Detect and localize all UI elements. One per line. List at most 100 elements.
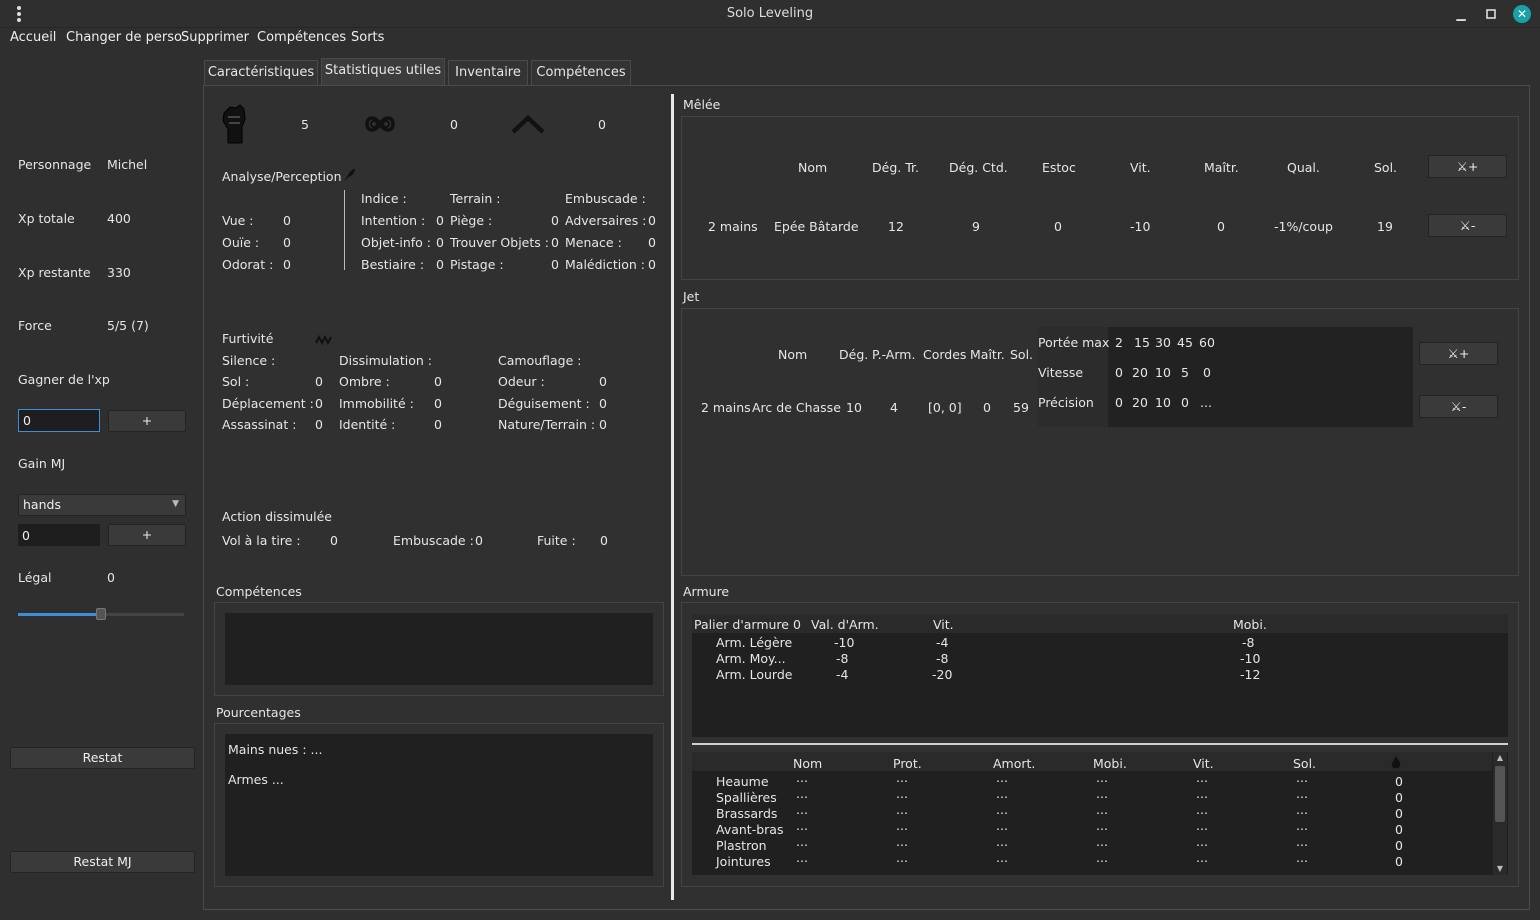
- indice-header: Indice :: [361, 191, 407, 206]
- jet-sol: 59: [1013, 400, 1029, 415]
- vue-label: Vue :: [222, 213, 254, 228]
- xp-restante-value: 330: [107, 265, 131, 280]
- silence-header: Silence :: [222, 353, 276, 368]
- chevron-down-icon: ▼: [172, 499, 179, 509]
- jet-header-nom: Nom: [778, 347, 808, 362]
- vol-tire-label: Vol à la tire :: [222, 533, 301, 548]
- melee-add-button[interactable]: ⚔+: [1428, 155, 1507, 178]
- table-row[interactable]: Spallières.................. 0: [692, 786, 1492, 806]
- jet-add-label: +: [1458, 346, 1470, 361]
- pistage-label: Pistage :: [450, 257, 504, 272]
- piece-cell: ...: [1096, 774, 1108, 785]
- vitesse-v1: 20: [1132, 365, 1148, 380]
- restat-button[interactable]: Restat: [10, 747, 195, 769]
- tab-inventaire[interactable]: Inventaire: [448, 60, 528, 86]
- piece-cell: ...: [996, 818, 1008, 833]
- gain-mj-input[interactable]: [18, 524, 100, 546]
- tab-statistiques-utiles[interactable]: Statistiques utiles: [321, 58, 445, 86]
- menu-competences[interactable]: Compétences: [257, 30, 346, 45]
- tab-caracteristiques[interactable]: Caractéristiques: [204, 60, 318, 86]
- menu-changer-perso[interactable]: Changer de perso: [66, 30, 182, 45]
- vitesse-v0: 0: [1115, 365, 1123, 380]
- personnage-value: Michel: [107, 157, 148, 172]
- menu-supprimer[interactable]: Supprimer: [181, 30, 249, 45]
- table-row[interactable]: Jointures.................. 0: [692, 850, 1492, 870]
- portee-v2: 30: [1155, 335, 1171, 350]
- embuscade-action-label: Embuscade :: [393, 533, 474, 548]
- minimize-icon[interactable]: ▁: [1453, 6, 1469, 22]
- jet-header-cordes: Cordes: [923, 347, 967, 362]
- jet-remove-button[interactable]: ⚔-: [1419, 395, 1498, 418]
- slider-handle[interactable]: [96, 608, 106, 620]
- armes-line: Armes ...: [228, 772, 284, 787]
- menu-accueil[interactable]: Accueil: [10, 30, 56, 45]
- piece-cell: ...: [1196, 802, 1208, 817]
- table-row[interactable]: Brassards.................. 0: [692, 802, 1492, 822]
- jet-add-button[interactable]: ⚔+: [1419, 342, 1498, 365]
- maximize-icon[interactable]: [1483, 6, 1499, 22]
- piece-cell: ...: [796, 834, 808, 849]
- force-label: Force: [18, 318, 52, 333]
- piece-flame-value: 0: [1395, 774, 1403, 789]
- scroll-down-icon[interactable]: ▼: [1493, 863, 1507, 875]
- precision-v3: 0: [1181, 395, 1189, 410]
- vitesse-label: Vitesse: [1038, 365, 1084, 380]
- piece-cell: ...: [896, 818, 908, 833]
- piece-name: Jointures: [716, 854, 771, 869]
- piece-flame-value: 0: [1395, 790, 1403, 805]
- embuscade-action-value: 0: [475, 533, 483, 548]
- chevron-up-icon: [511, 112, 545, 139]
- scroll-up-icon[interactable]: ▲: [1493, 752, 1507, 764]
- legal-slider[interactable]: [18, 608, 184, 620]
- piece-cell: ...: [1296, 834, 1308, 849]
- palier-header: Palier d'armure 0: [694, 617, 801, 632]
- jet-parm: 4: [890, 400, 898, 415]
- pieces-scrollbar[interactable]: ▲ ▼: [1493, 752, 1507, 875]
- jet-maitr: 0: [983, 400, 991, 415]
- pieces-header-vit: Vit.: [1193, 756, 1214, 771]
- menu-bar: Accueil Changer de perso Supprimer Compé…: [0, 28, 1540, 50]
- table-row[interactable]: Heaume.................. 0: [692, 774, 1492, 790]
- close-icon[interactable]: ✕: [1513, 5, 1531, 23]
- scrollbar-thumb[interactable]: [1495, 766, 1505, 822]
- bestiaire-label: Bestiaire :: [361, 257, 425, 272]
- piece-name: Spallières: [716, 790, 777, 805]
- objet-info-label: Objet-info :: [361, 235, 431, 250]
- table-row[interactable]: Plastron.................. 0: [692, 834, 1492, 854]
- melee-header-maitr: Maîtr.: [1204, 160, 1239, 175]
- piece-flame-value: 0: [1395, 838, 1403, 853]
- gain-mj-plus-button[interactable]: +: [108, 524, 186, 546]
- gain-mj-select[interactable]: hands ▼: [18, 494, 186, 516]
- piece-cell: ...: [796, 774, 808, 785]
- zigzag-icon: [315, 333, 333, 348]
- xp-totale-label: Xp totale: [18, 211, 75, 226]
- vitesse-v3: 5: [1181, 365, 1189, 380]
- table-row[interactable]: Avant-bras.................. 0: [692, 818, 1492, 838]
- panel-splitter[interactable]: [671, 94, 674, 900]
- piece-cell: ...: [896, 786, 908, 801]
- vitesse-v4: 0: [1203, 365, 1211, 380]
- analyse-title: Analyse/Perception: [222, 169, 342, 184]
- melee-add-label: +: [1467, 159, 1479, 174]
- action-title: Action dissimulée: [222, 509, 332, 524]
- piece-cell: ...: [1296, 786, 1308, 801]
- melee-remove-button[interactable]: ⚔-: [1428, 214, 1507, 237]
- objet-info-value: 0: [436, 235, 444, 250]
- jet-header-sol: Sol.: [1010, 347, 1034, 362]
- infinity-icon: [364, 112, 396, 139]
- melee-header-deg-tr: Dég. Tr.: [872, 160, 919, 175]
- legal-label: Légal: [18, 570, 52, 585]
- gagner-xp-input[interactable]: [18, 409, 100, 432]
- xp-totale-value: 400: [107, 211, 131, 226]
- gagner-xp-plus-button[interactable]: +: [108, 410, 186, 432]
- piece-flame-value: 0: [1395, 806, 1403, 821]
- menu-sorts[interactable]: Sorts: [351, 30, 384, 45]
- melee-deg-tr: 12: [888, 219, 904, 234]
- restat-mj-button[interactable]: Restat MJ: [10, 851, 195, 873]
- precision-v4: ...: [1200, 395, 1212, 410]
- xp-restante-label: Xp restante: [18, 265, 91, 280]
- bestiaire-value: 0: [436, 257, 444, 272]
- malediction-label: Malédiction :: [565, 257, 646, 272]
- piece-cell: ...: [1296, 774, 1308, 785]
- tab-competences[interactable]: Compétences: [531, 60, 631, 86]
